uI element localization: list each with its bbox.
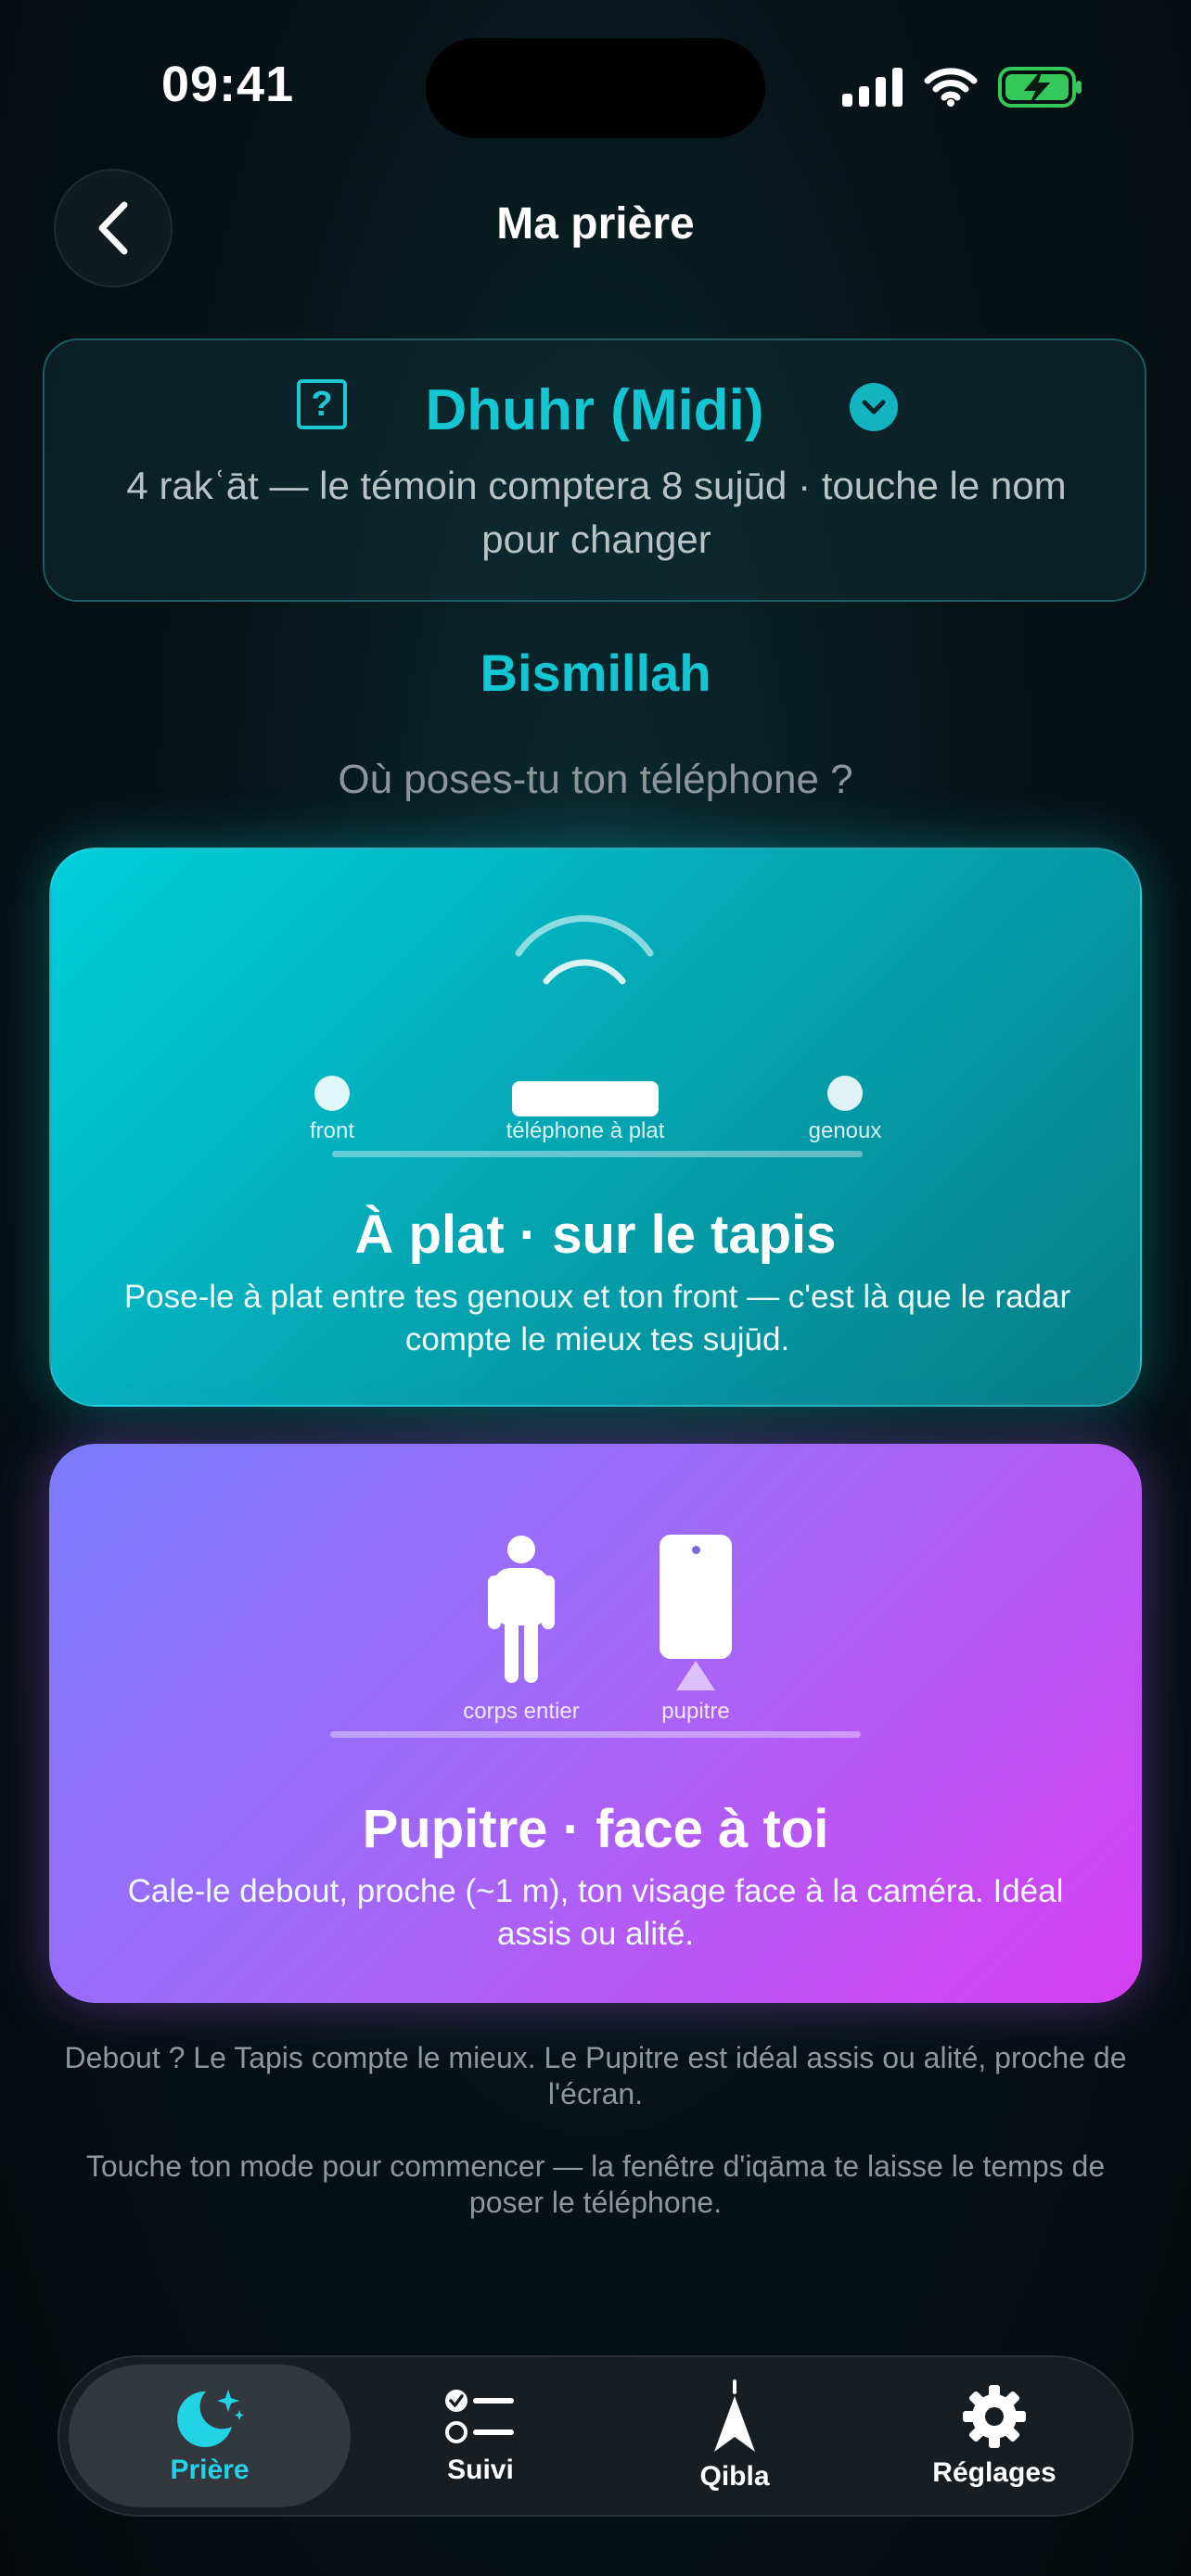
forehead-marker [314, 1076, 350, 1111]
mode-card-flat[interactable]: front téléphone à plat genoux À plat · s… [49, 848, 1142, 1407]
prayer-subtitle: 4 rakʿāt — le témoin comptera 8 sujūd · … [126, 464, 1067, 561]
tab-suivi[interactable]: Suivi [378, 2357, 583, 2515]
mode-card-desk[interactable]: corps entier pupitre Pupitre · face à to… [49, 1444, 1142, 2003]
prayer-name[interactable]: Dhuhr (Midi) [45, 377, 1145, 443]
label-phone-flat: téléphone à plat [506, 1118, 665, 1143]
hint-note-2: Touche ton mode pour commencer — la fenê… [85, 2149, 1106, 2219]
gear-icon [963, 2385, 1026, 2448]
person-standing-icon [488, 1536, 555, 1683]
tab-label-reglages: Réglages [932, 2457, 1057, 2488]
wifi-icon [924, 68, 978, 107]
phone-flat-shape [512, 1081, 659, 1116]
mode-desk-title: Pupitre · face à toi [362, 1799, 829, 1859]
tab-qibla[interactable]: Qibla [633, 2357, 837, 2515]
tab-label-qibla: Qibla [699, 2461, 770, 2492]
label-stand: pupitre [661, 1699, 730, 1724]
label-knees: genoux [808, 1118, 882, 1143]
compass-arrow-icon [714, 2379, 755, 2452]
label-full-body: corps entier [463, 1699, 580, 1724]
greeting: Bismillah [480, 644, 711, 702]
tab-priere[interactable]: Prière [69, 2357, 351, 2515]
tab-reglages[interactable]: Réglages [883, 2357, 1106, 2515]
chevron-down-icon[interactable] [850, 383, 898, 431]
tab-bar: Prière Suivi Qibla Réglages [58, 2355, 1133, 2517]
status-time: 09:41 [161, 57, 295, 112]
floor-baseline [330, 1731, 861, 1738]
knees-marker [827, 1076, 863, 1111]
checklist-icon [445, 2390, 514, 2443]
phone-upright-shape [660, 1535, 732, 1659]
status-icons [842, 61, 1083, 113]
tab-label-priere: Prière [170, 2455, 250, 2485]
radar-waves-icon [515, 915, 654, 985]
battery-charging-icon [998, 67, 1082, 108]
page-title: Ma prière [496, 199, 695, 249]
camera-dot [692, 1546, 700, 1554]
mode-flat-title: À plat · sur le tapis [354, 1205, 837, 1265]
mode-flat-description: Pose-le à plat entre tes genoux et ton f… [123, 1279, 1071, 1358]
mode-desk-description: Cale-le debout, proche (~1 m), ton visag… [127, 1873, 1064, 1952]
tab-label-suivi: Suivi [447, 2455, 514, 2485]
moon-stars-icon [177, 2390, 244, 2447]
dynamic-island [426, 38, 765, 138]
placement-question: Où poses-tu ton téléphone ? [338, 757, 853, 802]
stand-triangle-icon [676, 1661, 715, 1690]
prayer-selector-card[interactable]: ? Dhuhr (Midi) 4 rakʿāt — le témoin comp… [43, 338, 1146, 602]
label-front: front [309, 1118, 355, 1143]
cellular-signal-icon [842, 68, 903, 107]
mat-baseline [332, 1151, 863, 1157]
hint-note-1: Debout ? Le Tapis compte le mieux. Le Pu… [64, 2041, 1127, 2111]
